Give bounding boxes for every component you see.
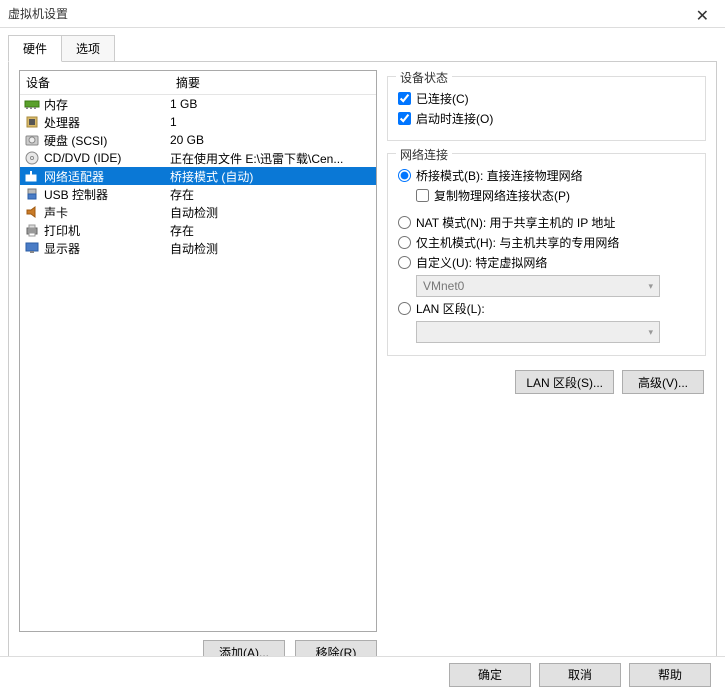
list-item[interactable]: 显示器自动检测 — [20, 239, 376, 257]
device-name: 网络适配器 — [44, 168, 170, 185]
radio-custom[interactable]: 自定义(U): 特定虚拟网络 — [398, 254, 695, 271]
usb-icon — [24, 186, 40, 202]
hdd-icon — [24, 132, 40, 148]
radio-custom-input[interactable] — [398, 256, 411, 269]
advanced-button[interactable]: 高级(V)... — [622, 370, 704, 394]
device-state-legend: 设备状态 — [396, 69, 452, 86]
device-list[interactable]: 设备 摘要 内存1 GB处理器1硬盘 (SCSI)20 GBCD/DVD (ID… — [19, 70, 377, 632]
list-header: 设备 摘要 — [20, 71, 376, 95]
device-name: 硬盘 (SCSI) — [44, 132, 170, 149]
device-name: 声卡 — [44, 204, 170, 221]
printer-icon — [24, 222, 40, 238]
cd-icon — [24, 150, 40, 166]
device-name: USB 控制器 — [44, 186, 170, 203]
device-summary: 存在 — [170, 186, 372, 203]
list-item[interactable]: 内存1 GB — [20, 95, 376, 113]
col-device[interactable]: 设备 — [20, 71, 170, 95]
tab-options[interactable]: 选项 — [62, 35, 115, 62]
device-summary: 正在使用文件 E:\迅雷下载\Cen... — [170, 150, 372, 167]
list-item[interactable]: 网络适配器桥接模式 (自动) — [20, 167, 376, 185]
radio-bridged[interactable]: 桥接模式(B): 直接连接物理网络 — [398, 167, 695, 184]
checkbox-replicate-input[interactable] — [416, 189, 429, 202]
col-summary[interactable]: 摘要 — [170, 71, 376, 95]
device-summary: 自动检测 — [170, 204, 372, 221]
device-summary: 存在 — [170, 222, 372, 239]
tab-hardware[interactable]: 硬件 — [8, 35, 62, 62]
settings-pane: 设备状态 已连接(C) 启动时连接(O) 网络连接 桥接模式(B): 直接连接物… — [387, 70, 706, 664]
ok-button[interactable]: 确定 — [449, 663, 531, 687]
checkbox-connect-on-poweron-input[interactable] — [398, 112, 411, 125]
lan-segments-button[interactable]: LAN 区段(S)... — [515, 370, 614, 394]
radio-lan-segment[interactable]: LAN 区段(L): — [398, 300, 695, 317]
device-summary: 1 GB — [170, 97, 372, 111]
cancel-button[interactable]: 取消 — [539, 663, 621, 687]
group-network-connection: 网络连接 桥接模式(B): 直接连接物理网络 复制物理网络连接状态(P) NAT… — [387, 153, 706, 356]
net-icon — [24, 168, 40, 184]
network-legend: 网络连接 — [396, 146, 452, 163]
radio-bridged-input[interactable] — [398, 169, 411, 182]
tab-strip: 硬件 选项 — [0, 28, 725, 61]
radio-hostonly[interactable]: 仅主机模式(H): 与主机共享的专用网络 — [398, 234, 695, 251]
close-icon[interactable]: ✕ — [690, 4, 715, 28]
right-button-row: LAN 区段(S)... 高级(V)... — [387, 370, 706, 394]
chevron-down-icon: ▾ — [648, 327, 653, 338]
list-item[interactable]: CD/DVD (IDE)正在使用文件 E:\迅雷下载\Cen... — [20, 149, 376, 167]
chevron-down-icon: ▾ — [648, 281, 653, 292]
list-item[interactable]: 打印机存在 — [20, 221, 376, 239]
radio-nat[interactable]: NAT 模式(N): 用于共享主机的 IP 地址 — [398, 214, 695, 231]
list-item[interactable]: USB 控制器存在 — [20, 185, 376, 203]
display-icon — [24, 240, 40, 256]
device-name: 处理器 — [44, 114, 170, 131]
window-title: 虚拟机设置 — [8, 5, 68, 22]
device-pane: 设备 摘要 内存1 GB处理器1硬盘 (SCSI)20 GBCD/DVD (ID… — [19, 70, 377, 664]
radio-nat-input[interactable] — [398, 216, 411, 229]
checkbox-replicate-state[interactable]: 复制物理网络连接状态(P) — [416, 187, 695, 204]
device-name: 显示器 — [44, 240, 170, 257]
list-item[interactable]: 声卡自动检测 — [20, 203, 376, 221]
device-name: 打印机 — [44, 222, 170, 239]
device-name: 内存 — [44, 96, 170, 113]
checkbox-connect-on-poweron[interactable]: 启动时连接(O) — [398, 110, 695, 127]
tab-options-label: 选项 — [76, 42, 100, 56]
device-summary: 20 GB — [170, 133, 372, 147]
radio-lan-segment-input[interactable] — [398, 302, 411, 315]
dialog-footer: 确定 取消 帮助 — [0, 656, 725, 692]
radio-hostonly-input[interactable] — [398, 236, 411, 249]
memory-icon — [24, 96, 40, 112]
sound-icon — [24, 204, 40, 220]
checkbox-connected[interactable]: 已连接(C) — [398, 90, 695, 107]
list-item[interactable]: 处理器1 — [20, 113, 376, 131]
title-bar: 虚拟机设置 ✕ — [0, 0, 725, 28]
device-summary: 自动检测 — [170, 240, 372, 257]
help-button[interactable]: 帮助 — [629, 663, 711, 687]
custom-vmnet-select: VMnet0 ▾ — [416, 275, 660, 297]
tab-hardware-label: 硬件 — [23, 42, 47, 56]
list-item[interactable]: 硬盘 (SCSI)20 GB — [20, 131, 376, 149]
device-name: CD/DVD (IDE) — [44, 151, 170, 165]
lan-segment-select: ▾ — [416, 321, 660, 343]
group-device-state: 设备状态 已连接(C) 启动时连接(O) — [387, 76, 706, 141]
device-summary: 桥接模式 (自动) — [170, 168, 372, 185]
cpu-icon — [24, 114, 40, 130]
device-summary: 1 — [170, 115, 372, 129]
checkbox-connected-input[interactable] — [398, 92, 411, 105]
tab-panel: 设备 摘要 内存1 GB处理器1硬盘 (SCSI)20 GBCD/DVD (ID… — [8, 61, 717, 675]
